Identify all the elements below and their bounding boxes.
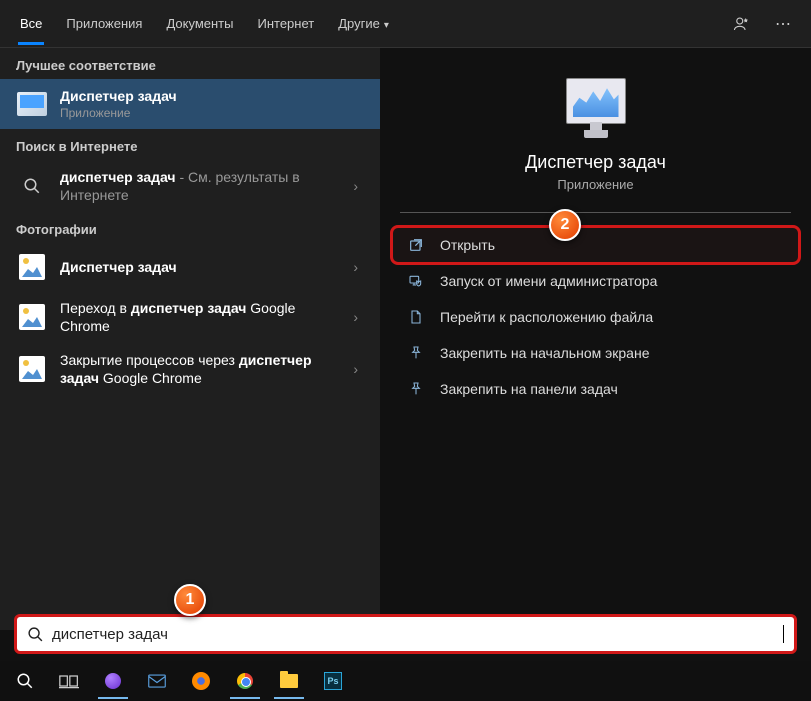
result-title: диспетчер задач - См. результаты в Интер… (60, 168, 347, 204)
action-label: Открыть (440, 237, 495, 253)
chevron-right-icon[interactable]: › (347, 259, 364, 275)
taskbar-chrome-icon[interactable] (224, 663, 266, 699)
divider (400, 212, 791, 213)
result-title: Диспетчер задач (60, 258, 347, 276)
section-photos: Фотографии (0, 212, 380, 243)
taskbar-photoshop-icon[interactable]: Ps (312, 663, 354, 699)
photo-icon (16, 353, 48, 385)
action-label: Запуск от имени администратора (440, 273, 657, 289)
chevron-down-icon: ▾ (384, 20, 389, 31)
preview-app-icon (380, 78, 811, 138)
section-best-match: Лучшее соответствие (0, 48, 380, 79)
result-subtitle: Приложение (60, 105, 364, 121)
photo-icon (16, 251, 48, 283)
action-label: Закрепить на начальном экране (440, 345, 650, 361)
tab-apps[interactable]: Приложения (54, 2, 154, 45)
tab-other[interactable]: Другие▾ (326, 2, 401, 45)
chevron-right-icon[interactable]: › (347, 309, 364, 325)
action-pin-taskbar[interactable]: Закрепить на панели задач (380, 371, 811, 407)
action-file-location[interactable]: Перейти к расположению файла (380, 299, 811, 335)
more-icon[interactable]: ⋯ (763, 6, 803, 42)
taskbar: Ps (0, 661, 811, 701)
result-title: Закрытие процессов через диспетчер задач… (60, 351, 347, 387)
result-photo[interactable]: Переход в диспетчер задач Google Chrome … (0, 291, 380, 343)
search-icon (27, 626, 44, 643)
preview-pane: Диспетчер задач Приложение Открыть 2 (380, 48, 811, 630)
taskbar-mail-icon[interactable] (136, 663, 178, 699)
admin-icon (406, 271, 426, 291)
action-pin-start[interactable]: Закрепить на начальном экране (380, 335, 811, 371)
result-title: Диспетчер задач (60, 87, 364, 105)
open-icon (406, 235, 426, 255)
result-title: Переход в диспетчер задач Google Chrome (60, 299, 347, 335)
tab-internet[interactable]: Интернет (245, 2, 326, 45)
photo-icon (16, 301, 48, 333)
search-input[interactable] (52, 626, 783, 643)
result-web-search[interactable]: диспетчер задач - См. результаты в Интер… (0, 160, 380, 212)
taskbar-explorer-icon[interactable] (268, 663, 310, 699)
action-label: Перейти к расположению файла (440, 309, 653, 325)
tab-docs[interactable]: Документы (154, 2, 245, 45)
taskbar-taskview-icon[interactable] (48, 663, 90, 699)
preview-subtitle: Приложение (380, 177, 811, 192)
chevron-right-icon[interactable]: › (347, 178, 364, 194)
chevron-right-icon[interactable]: › (347, 361, 364, 377)
pin-start-icon (406, 343, 426, 363)
action-open[interactable]: Открыть (392, 227, 799, 263)
action-run-admin[interactable]: Запуск от имени администратора (380, 263, 811, 299)
search-icon (16, 170, 48, 202)
taskbar-search-icon[interactable] (4, 663, 46, 699)
task-manager-icon (16, 88, 48, 120)
filter-tabs: Все Приложения Документы Интернет Другие… (0, 0, 811, 48)
folder-location-icon (406, 307, 426, 327)
pin-taskbar-icon (406, 379, 426, 399)
preview-title: Диспетчер задач (380, 152, 811, 173)
annotation-2: 2 (549, 209, 581, 241)
section-web: Поиск в Интернете (0, 129, 380, 160)
feedback-icon[interactable] (721, 7, 763, 41)
search-panel: Все Приложения Документы Интернет Другие… (0, 0, 811, 630)
result-photo[interactable]: Закрытие процессов через диспетчер задач… (0, 343, 380, 395)
tab-all[interactable]: Все (8, 2, 54, 45)
taskbar-yandex-icon[interactable] (92, 663, 134, 699)
annotation-1: 1 (174, 584, 206, 616)
result-best-match[interactable]: Диспетчер задач Приложение (0, 79, 380, 129)
search-bar[interactable] (14, 614, 797, 654)
taskbar-firefox-icon[interactable] (180, 663, 222, 699)
action-label: Закрепить на панели задач (440, 381, 618, 397)
results-list: Лучшее соответствие Диспетчер задач Прил… (0, 48, 380, 630)
result-photo[interactable]: Диспетчер задач › (0, 243, 380, 291)
